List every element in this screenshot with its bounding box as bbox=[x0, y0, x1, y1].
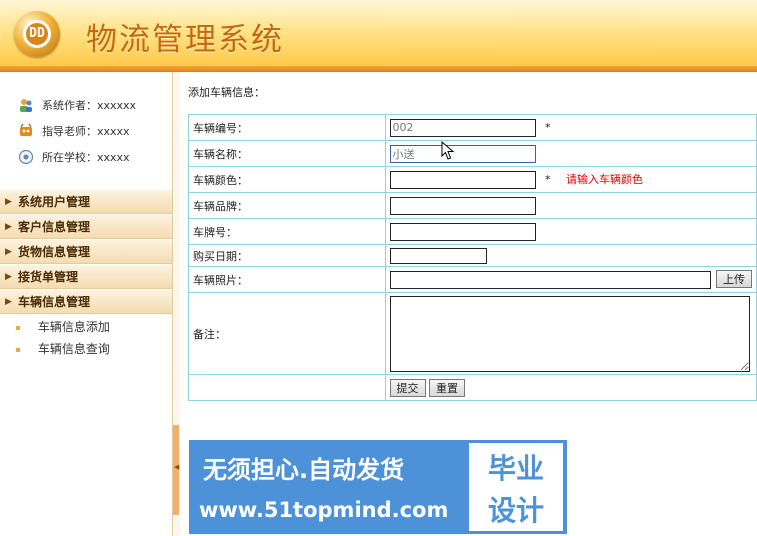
menu-customer-info[interactable]: ▶ 客户信息管理 bbox=[0, 215, 172, 239]
sidebar-info-school: 所在学校：xxxxx bbox=[18, 148, 130, 166]
sidebar-info-author: 系统作者：xxxxxx bbox=[18, 96, 136, 114]
caret-right-icon: ▶ bbox=[5, 197, 12, 207]
banner-slogan: 无须担心.自动发货 bbox=[203, 456, 405, 484]
form-row: 车辆编号： * bbox=[188, 114, 757, 141]
bullet-icon bbox=[16, 325, 20, 330]
validation-error: 请输入车辆颜色 bbox=[566, 173, 643, 186]
menu-customer-info-label: 客户信息管理 bbox=[18, 220, 91, 234]
submenu-vehicle-query[interactable]: 车辆信息查询 bbox=[16, 340, 110, 358]
field-cell bbox=[384, 218, 757, 245]
users-icon bbox=[18, 97, 34, 113]
banner-badge: 毕业 设计 bbox=[469, 443, 563, 531]
field-cell bbox=[384, 244, 757, 267]
menu-system-users[interactable]: ▶ 系统用户管理 bbox=[0, 190, 172, 214]
form-row: 车辆名称： bbox=[188, 140, 757, 167]
form-row: 车辆品牌： bbox=[188, 192, 757, 219]
field-label: 车辆编号： bbox=[188, 114, 386, 141]
bullet-icon bbox=[16, 347, 20, 352]
vehicle-no-input[interactable] bbox=[389, 118, 536, 137]
sidebar-info-teacher-label: 指导老师：xxxxx bbox=[42, 125, 130, 138]
field-label: 车辆照片： bbox=[188, 266, 386, 293]
menu-vehicle-info-label: 车辆信息管理 bbox=[18, 295, 91, 309]
purchase-date-input[interactable] bbox=[389, 247, 487, 264]
field-label: 车牌号： bbox=[188, 218, 386, 245]
caret-right-icon: ▶ bbox=[5, 272, 12, 282]
submit-button[interactable]: 提交 bbox=[389, 378, 426, 397]
form-row: 购买日期： bbox=[188, 244, 757, 267]
banner-badge-text-top: 毕业 bbox=[487, 452, 544, 485]
menu-system-users-label: 系统用户管理 bbox=[18, 195, 91, 209]
sidebar: 系统作者：xxxxxx 指导老师：xxxxx 所在学校：xxxxx ▶ 系统用户… bbox=[0, 72, 172, 536]
vehicle-brand-input[interactable] bbox=[389, 196, 536, 215]
sidebar-info-teacher: 指导老师：xxxxx bbox=[18, 122, 130, 140]
school-icon bbox=[18, 149, 34, 165]
submenu-vehicle-add[interactable]: 车辆信息添加 bbox=[16, 318, 110, 336]
menu-goods-info-label: 货物信息管理 bbox=[18, 245, 91, 259]
field-label: 备注： bbox=[188, 292, 386, 375]
sidebar-info-author-label: 系统作者：xxxxxx bbox=[42, 99, 137, 112]
app-header: DD 物流管理系统 bbox=[0, 0, 757, 66]
sidebar-info-school-label: 所在学校：xxxxx bbox=[42, 151, 130, 164]
field-label: 购买日期： bbox=[188, 244, 386, 267]
field-cell bbox=[384, 292, 757, 375]
ad-banner[interactable]: 无须担心.自动发货 www.51topmind.com 毕业 设计 bbox=[189, 440, 567, 534]
field-cell: * 请输入车辆颜色 bbox=[384, 166, 757, 193]
field-label: 车辆颜色： bbox=[188, 166, 386, 193]
vehicle-form: 车辆编号： * 车辆名称： 车辆颜色： * 请输入车辆颜色 车辆品牌： bbox=[188, 114, 757, 401]
menu-goods-info[interactable]: ▶ 货物信息管理 bbox=[0, 240, 172, 264]
menu-receipt-label: 接货单管理 bbox=[18, 270, 79, 284]
vehicle-name-input[interactable] bbox=[389, 144, 536, 163]
required-mark: * bbox=[545, 121, 551, 134]
field-label: 车辆品牌： bbox=[188, 192, 386, 219]
plate-no-input[interactable] bbox=[389, 222, 536, 241]
required-mark: * bbox=[545, 173, 551, 186]
banner-url: www.51topmind.com bbox=[199, 498, 449, 522]
field-cell: * bbox=[384, 114, 757, 141]
caret-right-icon: ▶ bbox=[5, 222, 12, 232]
empty-cell bbox=[188, 374, 386, 401]
menu-receipt[interactable]: ▶ 接货单管理 bbox=[0, 265, 172, 289]
field-cell: 上传 bbox=[384, 266, 757, 293]
banner-badge-text-bottom: 设计 bbox=[487, 494, 544, 527]
logo-text: DD bbox=[23, 20, 51, 48]
logo-icon: DD bbox=[14, 11, 60, 57]
form-row: 车辆颜色： * 请输入车辆颜色 bbox=[188, 166, 757, 193]
remark-textarea[interactable] bbox=[389, 295, 750, 372]
field-cell bbox=[384, 192, 757, 219]
section-title: 添加车辆信息： bbox=[188, 86, 265, 99]
vehicle-color-input[interactable] bbox=[389, 170, 536, 189]
caret-right-icon: ▶ bbox=[5, 297, 12, 307]
form-row: 备注： bbox=[188, 292, 757, 375]
form-row: 提交 重置 bbox=[188, 374, 757, 401]
collapse-arrow-icon[interactable]: ◀ bbox=[174, 463, 179, 471]
button-cell: 提交 重置 bbox=[384, 374, 757, 401]
photo-path-input[interactable] bbox=[389, 270, 711, 289]
menu-vehicle-info[interactable]: ▶ 车辆信息管理 bbox=[0, 290, 172, 314]
app-title: 物流管理系统 bbox=[86, 22, 284, 58]
reset-button[interactable]: 重置 bbox=[429, 378, 465, 397]
upload-button[interactable]: 上传 bbox=[716, 270, 752, 289]
caret-right-icon: ▶ bbox=[5, 247, 12, 257]
submenu-vehicle-add-label: 车辆信息添加 bbox=[37, 320, 110, 334]
submenu-vehicle-query-label: 车辆信息查询 bbox=[37, 342, 110, 356]
mouse-cursor-icon bbox=[441, 141, 455, 160]
field-label: 车辆名称： bbox=[188, 140, 386, 167]
teacher-icon bbox=[18, 123, 34, 139]
form-row: 车辆照片： 上传 bbox=[188, 266, 757, 293]
form-row: 车牌号： bbox=[188, 218, 757, 245]
